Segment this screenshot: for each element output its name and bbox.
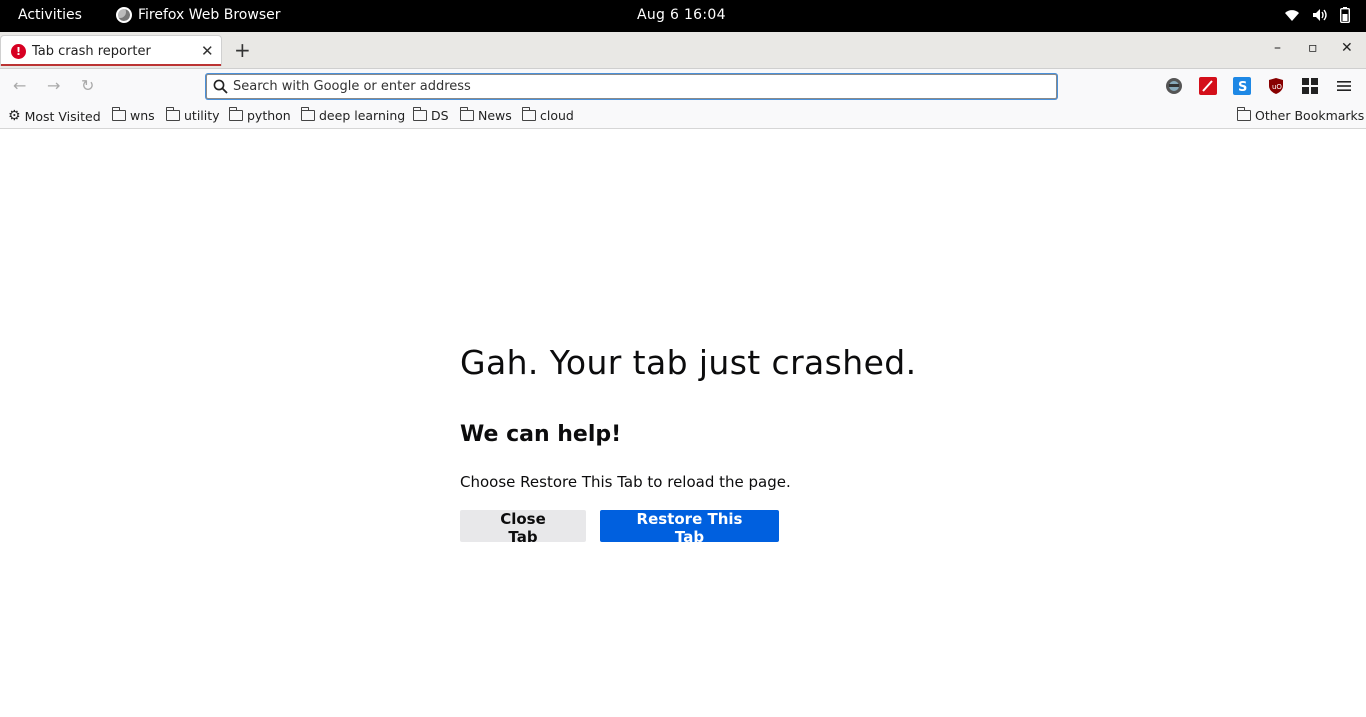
bookmark-label: cloud — [540, 108, 574, 123]
app-menu[interactable]: Firefox Web Browser — [116, 7, 281, 23]
bookmark-label: Most Visited — [24, 108, 101, 124]
search-icon — [213, 79, 228, 94]
activities-button[interactable]: Activities — [18, 7, 82, 23]
wifi-icon — [1285, 10, 1299, 21]
bookmark-label: deep learning — [319, 108, 406, 123]
bookmark-folder-utility[interactable]: utility — [166, 107, 220, 123]
folder-icon — [229, 107, 243, 121]
bookmark-folder-wns[interactable]: wns — [112, 107, 155, 123]
url-bar[interactable] — [206, 74, 1057, 99]
crash-actions: Close Tab Restore This Tab — [460, 510, 917, 546]
s-extension-icon[interactable]: S — [1233, 77, 1251, 95]
forward-button[interactable]: → — [47, 76, 60, 95]
svg-text:uO: uO — [1272, 83, 1282, 91]
close-tab-button[interactable]: Close Tab — [460, 510, 586, 546]
crash-panel: Gah. Your tab just crashed. We can help!… — [460, 343, 917, 546]
navigation-bar: ← → ↻ S uO — [0, 69, 1366, 104]
clock[interactable]: Aug 6 16:04 — [637, 7, 726, 23]
maximize-button[interactable]: ▫ — [1308, 40, 1318, 56]
reload-button[interactable]: ↻ — [81, 76, 94, 95]
page-content: Gah. Your tab just crashed. We can help!… — [0, 130, 1366, 717]
url-input[interactable] — [233, 77, 1033, 96]
tab-strip: ! Tab crash reporter ✕ + – ▫ ✕ — [0, 32, 1366, 69]
ublock-icon[interactable]: uO — [1267, 77, 1285, 95]
bookmark-label: DS — [431, 108, 449, 123]
bookmark-label: python — [247, 108, 291, 123]
bookmark-most-visited[interactable]: ⚙ Most Visited — [8, 108, 101, 124]
bookmark-label: Other Bookmarks — [1255, 108, 1365, 123]
minimize-button[interactable]: – — [1274, 40, 1281, 56]
bookmark-folder-news[interactable]: News — [460, 107, 512, 123]
volume-icon — [1313, 9, 1327, 21]
folder-icon — [460, 107, 474, 121]
svg-text:S: S — [1238, 80, 1247, 95]
new-tab-button[interactable]: + — [234, 38, 251, 62]
bookmark-folder-ds[interactable]: DS — [413, 107, 449, 123]
folder-icon — [301, 107, 315, 121]
folder-icon — [413, 107, 427, 121]
close-window-button[interactable]: ✕ — [1341, 40, 1353, 56]
crash-subtitle: We can help! — [460, 422, 622, 447]
system-tray[interactable] — [1284, 7, 1350, 23]
bookmark-label: News — [478, 108, 512, 123]
folder-icon — [166, 107, 180, 121]
app-name: Firefox Web Browser — [138, 7, 281, 23]
other-bookmarks[interactable]: Other Bookmarks — [1237, 107, 1365, 123]
profile-icon[interactable] — [1165, 77, 1183, 95]
system-top-bar: Activities Firefox Web Browser Aug 6 16:… — [0, 0, 1366, 32]
pen-extension-icon[interactable] — [1199, 77, 1217, 95]
tab-title: Tab crash reporter — [32, 44, 151, 59]
menu-icon[interactable] — [1335, 77, 1353, 95]
bookmarks-toolbar: ⚙ Most Visited wns utility python deep l… — [0, 104, 1366, 129]
alert-icon: ! — [11, 44, 26, 59]
crash-message: Choose Restore This Tab to reload the pa… — [460, 473, 791, 491]
bookmark-label: utility — [184, 108, 220, 123]
folder-icon — [1237, 107, 1251, 121]
crash-title: Gah. Your tab just crashed. — [460, 343, 917, 382]
extensions-grid-icon[interactable] — [1301, 77, 1319, 95]
tab-crash-reporter[interactable]: ! Tab crash reporter ✕ — [0, 35, 222, 66]
close-tab-icon[interactable]: ✕ — [201, 42, 214, 60]
gear-icon: ⚙ — [8, 108, 21, 124]
bookmark-folder-python[interactable]: python — [229, 107, 291, 123]
battery-icon — [1340, 7, 1350, 23]
folder-icon — [522, 107, 536, 121]
folder-icon — [112, 107, 126, 121]
bookmark-folder-cloud[interactable]: cloud — [522, 107, 574, 123]
firefox-icon — [116, 7, 132, 23]
back-button[interactable]: ← — [13, 76, 26, 95]
bookmark-folder-deep-learning[interactable]: deep learning — [301, 107, 406, 123]
restore-tab-button[interactable]: Restore This Tab — [600, 510, 779, 546]
bookmark-label: wns — [130, 108, 155, 123]
